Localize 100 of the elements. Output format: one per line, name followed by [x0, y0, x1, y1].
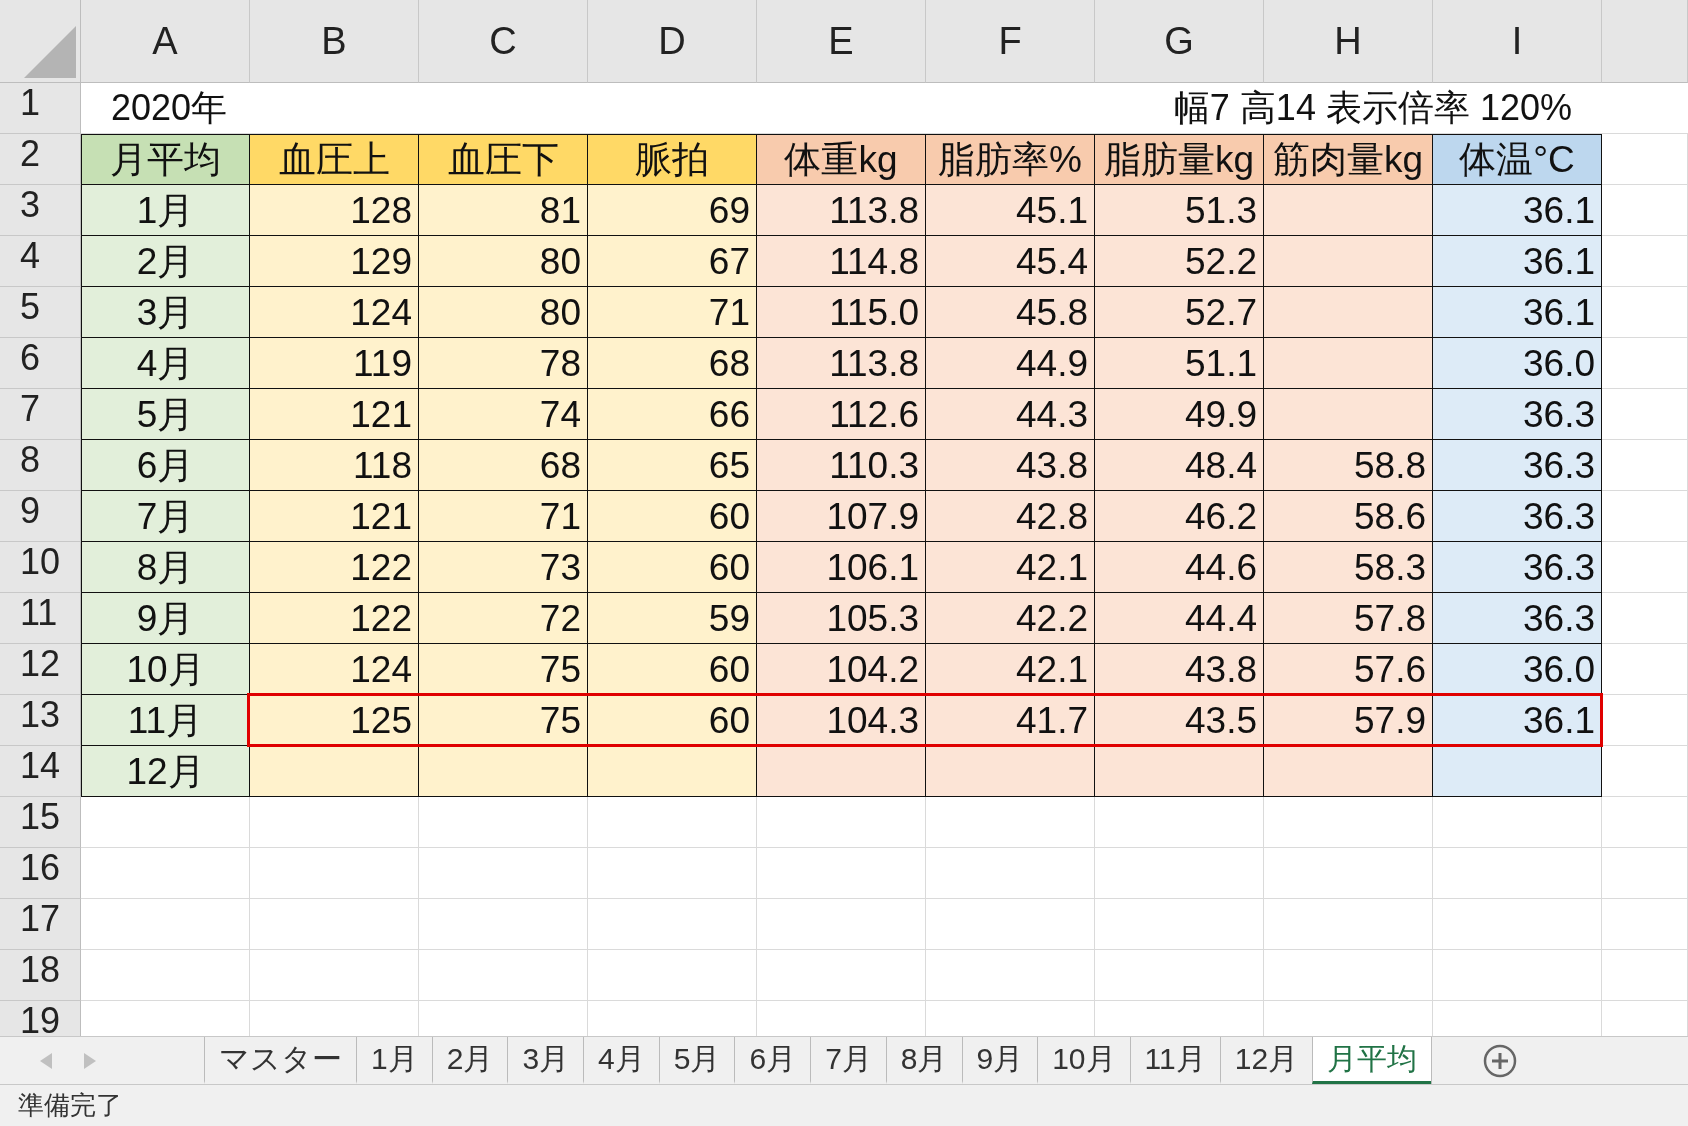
table-cell: 4月 [81, 338, 250, 389]
table-cell: 58.8 [1264, 440, 1433, 491]
table-cell: 104.3 [757, 695, 926, 746]
table-cell: 69 [588, 185, 757, 236]
scroll-right-icon[interactable] [84, 1052, 96, 1069]
row-header[interactable]: 9 [0, 491, 81, 542]
row-header[interactable]: 12 [0, 644, 81, 695]
column-header[interactable]: H [1264, 0, 1433, 83]
row-header[interactable]: 6 [0, 338, 81, 389]
table-cell: 7月 [81, 491, 250, 542]
table-cell: 42.1 [926, 542, 1095, 593]
column-header[interactable]: I [1433, 0, 1602, 83]
table-header: 体重kg [757, 134, 926, 185]
table-cell: 52.7 [1095, 287, 1264, 338]
table-cell: 129 [250, 236, 419, 287]
table-cell: 65 [588, 440, 757, 491]
row-header[interactable]: 7 [0, 389, 81, 440]
table-cell: 73 [419, 542, 588, 593]
row-header[interactable]: 1 [0, 83, 81, 134]
table-cell: 57.9 [1264, 695, 1433, 746]
table-cell: 113.8 [757, 185, 926, 236]
row-header[interactable]: 14 [0, 746, 81, 797]
table-cell: 106.1 [757, 542, 926, 593]
row-header[interactable]: 13 [0, 695, 81, 746]
table-cell: 36.3 [1433, 593, 1602, 644]
table-cell: 68 [588, 338, 757, 389]
column-header[interactable]: D [588, 0, 757, 83]
table-cell: 45.4 [926, 236, 1095, 287]
table-cell: 45.1 [926, 185, 1095, 236]
sheet-tab[interactable]: 10月 [1037, 1037, 1130, 1084]
column-header[interactable]: B [250, 0, 419, 83]
table-cell: 113.8 [757, 338, 926, 389]
table-header: 筋肉量kg [1264, 134, 1433, 185]
table-cell: 36.3 [1433, 389, 1602, 440]
table-cell: 75 [419, 644, 588, 695]
table-cell: 71 [419, 491, 588, 542]
table-header: 脂肪率% [926, 134, 1095, 185]
table-cell: 51.3 [1095, 185, 1264, 236]
table-cell: 42.1 [926, 644, 1095, 695]
row-header[interactable]: 19 [0, 1001, 81, 1036]
sheet-tab[interactable]: 3月 [507, 1037, 584, 1084]
table-cell: 36.0 [1433, 338, 1602, 389]
table-cell: 46.2 [1095, 491, 1264, 542]
column-header[interactable]: A [81, 0, 250, 83]
sheet-tab[interactable]: 7月 [810, 1037, 886, 1084]
sheet-tab[interactable]: 月平均 [1312, 1037, 1432, 1084]
select-all-triangle-icon[interactable] [24, 26, 76, 78]
table-cell: 119 [250, 338, 419, 389]
table-cell: 80 [419, 236, 588, 287]
row-header[interactable]: 5 [0, 287, 81, 338]
column-header[interactable]: E [757, 0, 926, 83]
status-text: 準備完了 [18, 1089, 122, 1122]
table-cell: 41.7 [926, 695, 1095, 746]
row-header[interactable]: 17 [0, 899, 81, 950]
sheet-tab[interactable]: 2月 [431, 1037, 508, 1084]
table-cell: 36.3 [1433, 491, 1602, 542]
table-cell: 110.3 [757, 440, 926, 491]
table-cell: 60 [588, 491, 757, 542]
table-cell: 115.0 [757, 287, 926, 338]
table-cell: 78 [419, 338, 588, 389]
column-header[interactable]: F [926, 0, 1095, 83]
sheet-tab[interactable]: 6月 [734, 1037, 811, 1084]
table-cell: 60 [588, 695, 757, 746]
table-cell: 125 [250, 695, 419, 746]
sheet-tab[interactable]: 1月 [356, 1037, 432, 1084]
row-header[interactable]: 2 [0, 134, 81, 185]
add-sheet-icon[interactable] [1482, 1042, 1519, 1079]
column-header[interactable] [1602, 0, 1688, 83]
row-header[interactable]: 4 [0, 236, 81, 287]
row-header[interactable]: 8 [0, 440, 81, 491]
table-cell: 128 [250, 185, 419, 236]
row-header[interactable]: 18 [0, 950, 81, 1001]
table-cell: 6月 [81, 440, 250, 491]
table-cell: 3月 [81, 287, 250, 338]
table-cell: 124 [250, 287, 419, 338]
row-header[interactable]: 15 [0, 797, 81, 848]
sheet-tab[interactable]: 5月 [658, 1037, 735, 1084]
sheet-tab[interactable]: 4月 [583, 1037, 659, 1084]
table-header: 血圧下 [419, 134, 588, 185]
sheet-tab[interactable]: マスター [204, 1037, 356, 1084]
table-cell: 104.2 [757, 644, 926, 695]
table-cell: 1月 [81, 185, 250, 236]
sheet-tab[interactable]: 11月 [1129, 1037, 1220, 1084]
row-header[interactable]: 3 [0, 185, 81, 236]
table-cell: 122 [250, 593, 419, 644]
column-header[interactable]: G [1095, 0, 1264, 83]
row-header[interactable]: 16 [0, 848, 81, 899]
sheet-tab[interactable]: 9月 [961, 1037, 1038, 1084]
row-header[interactable]: 10 [0, 542, 81, 593]
table-header: 月平均 [81, 134, 250, 185]
sheet-tab[interactable]: 8月 [885, 1037, 962, 1084]
table-cell: 9月 [81, 593, 250, 644]
table-cell: 105.3 [757, 593, 926, 644]
table-cell: 58.6 [1264, 491, 1433, 542]
scroll-left-icon[interactable] [40, 1052, 52, 1069]
table-cell: 2月 [81, 236, 250, 287]
table-cell: 118 [250, 440, 419, 491]
row-header[interactable]: 11 [0, 593, 81, 644]
column-header[interactable]: C [419, 0, 588, 83]
table-cell: 44.4 [1095, 593, 1264, 644]
